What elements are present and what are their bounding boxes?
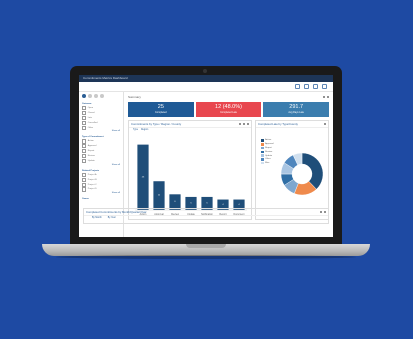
filter-option[interactable]: Action [82, 139, 120, 144]
filter-option[interactable]: Project A [82, 172, 120, 177]
tab-type[interactable]: Type [133, 129, 138, 131]
menu-icon[interactable] [326, 95, 329, 99]
checkbox-icon[interactable] [82, 149, 87, 154]
bar-chart-panel: Commitments by Type / Region / County Ty… [128, 120, 252, 220]
laptop-lid: Commitments Metrics Dashboard Outcome Ope… [70, 66, 342, 244]
filter-option[interactable]: Cancelled [82, 120, 120, 125]
expand-icon[interactable] [246, 122, 249, 126]
checkbox-icon[interactable] [82, 172, 87, 177]
kpi-label: Avg Days Late [288, 111, 304, 114]
filter-option[interactable]: Approval [82, 144, 120, 149]
summary-title: Summary [128, 95, 141, 99]
filter-option-label: Project C [87, 183, 97, 186]
filter-option-label: Approval [87, 145, 97, 148]
app-toolbar [79, 82, 333, 92]
show-all-link[interactable]: Show all [82, 164, 120, 166]
share-icon[interactable] [304, 84, 309, 89]
filter-option-label: Other [87, 126, 94, 129]
filter-option[interactable]: Late [82, 115, 120, 120]
filter-option-label: Late [87, 116, 92, 119]
kpi-card[interactable]: 25 Completed [128, 102, 194, 117]
show-all-link[interactable]: Show all [82, 130, 120, 132]
filter-option-label: Open [87, 107, 94, 110]
filter-group-title[interactable]: Owner [82, 198, 120, 200]
filter-option-label: Review [87, 155, 95, 158]
donut-chart-title: Completed Late by Type/County [258, 122, 298, 126]
filter-option-label: Report [87, 150, 95, 153]
expand-icon[interactable] [323, 210, 326, 214]
bar-chart-title: Commitments by Type / Region / County [131, 122, 182, 126]
month-chart-title: Completed Commitments by Month/Quarter/Y… [86, 210, 147, 214]
checkbox-icon[interactable] [82, 177, 87, 182]
filter-option-label: Project B [87, 178, 97, 181]
filter-option-label: Update [87, 159, 95, 162]
checkbox-icon[interactable] [82, 106, 87, 111]
filter-option[interactable]: Update [82, 158, 120, 164]
checkbox-icon[interactable] [82, 139, 87, 144]
filter-option-label: Project D [87, 188, 97, 191]
refresh-icon[interactable] [319, 210, 322, 214]
checkbox-icon[interactable] [82, 154, 87, 159]
laptop-shadow [56, 255, 356, 259]
donut-chart-panel: Completed Late by Type/County Action Appr… [255, 120, 329, 220]
filter-option[interactable]: Closed [82, 110, 120, 116]
sidebar-tab-filter-icon[interactable] [82, 94, 86, 98]
laptop-notch [186, 244, 226, 248]
filter-option[interactable]: Report [82, 149, 120, 154]
camera-icon [203, 69, 207, 73]
filter-option[interactable]: Project C [82, 182, 120, 187]
checkbox-icon[interactable] [82, 144, 87, 149]
export-icon[interactable] [242, 122, 245, 126]
filter-option[interactable]: Review [82, 154, 120, 159]
kpi-label: Completed [155, 111, 167, 114]
tab-by-month[interactable]: By Month [92, 217, 102, 219]
kpi-card[interactable]: 12 (48.0%) Completed Late [195, 102, 262, 117]
link-icon[interactable] [313, 84, 318, 89]
filter-option-label: Project A [87, 173, 97, 176]
kpi-value: 25 [157, 104, 164, 110]
kpi-label: Completed Late [220, 111, 237, 114]
month-chart-panel: Completed Commitments by Month/Quarter/Y… [83, 208, 329, 224]
filter-group: Owner [82, 198, 120, 200]
tab-by-year[interactable]: By Year [108, 217, 116, 219]
menu-icon[interactable] [323, 122, 326, 126]
filter-option[interactable]: Other [82, 125, 120, 130]
kpi-value: 12 (48.0%) [215, 104, 242, 110]
filter-option-label: Closed [87, 111, 95, 114]
filter-group: Related Projects Project A Project B Projec… [82, 170, 120, 194]
kpi-card[interactable]: 291.7 Avg Days Late [263, 102, 330, 117]
donut-chart [280, 152, 324, 196]
checkbox-icon[interactable] [82, 158, 87, 164]
refresh-icon[interactable] [238, 122, 241, 126]
checkbox-icon[interactable] [82, 125, 87, 130]
checkbox-icon[interactable] [82, 187, 87, 192]
checkbox-icon[interactable] [82, 120, 87, 125]
filter-option[interactable]: Open [82, 106, 120, 111]
filter-option[interactable]: Project D [82, 187, 120, 192]
filter-option[interactable]: Project B [82, 177, 120, 182]
filter-option-label: Cancelled [87, 121, 98, 124]
app-title: Commitments Metrics Dashboard [79, 75, 333, 82]
sidebar-tab-search-icon[interactable] [94, 94, 98, 98]
show-all-link[interactable]: Show all [82, 192, 120, 194]
kpi-value: 291.7 [289, 104, 304, 110]
filter-group-title[interactable]: Related Projects [82, 170, 120, 172]
sidebar-tab-settings-icon[interactable] [100, 94, 104, 98]
laptop-screen: Commitments Metrics Dashboard Outcome Ope… [79, 75, 333, 237]
filter-group: Type of Commitment Action Approval Report Re… [82, 136, 120, 166]
filter-group-title[interactable]: Outcome [82, 103, 120, 105]
filter-group: Outcome Open Closed Late Cancelled Other Show … [82, 103, 120, 132]
filter-icon[interactable] [295, 84, 300, 89]
checkbox-icon[interactable] [82, 110, 87, 116]
checkbox-icon[interactable] [82, 182, 87, 187]
sidebar-tab-list-icon[interactable] [88, 94, 92, 98]
checkbox-icon[interactable] [82, 115, 87, 120]
settings-icon[interactable] [322, 84, 327, 89]
expand-icon[interactable] [322, 95, 325, 99]
filter-group-title[interactable]: Type of Commitment [82, 136, 120, 138]
filter-option-label: Action [87, 140, 94, 143]
tab-region[interactable]: Region [141, 129, 148, 131]
